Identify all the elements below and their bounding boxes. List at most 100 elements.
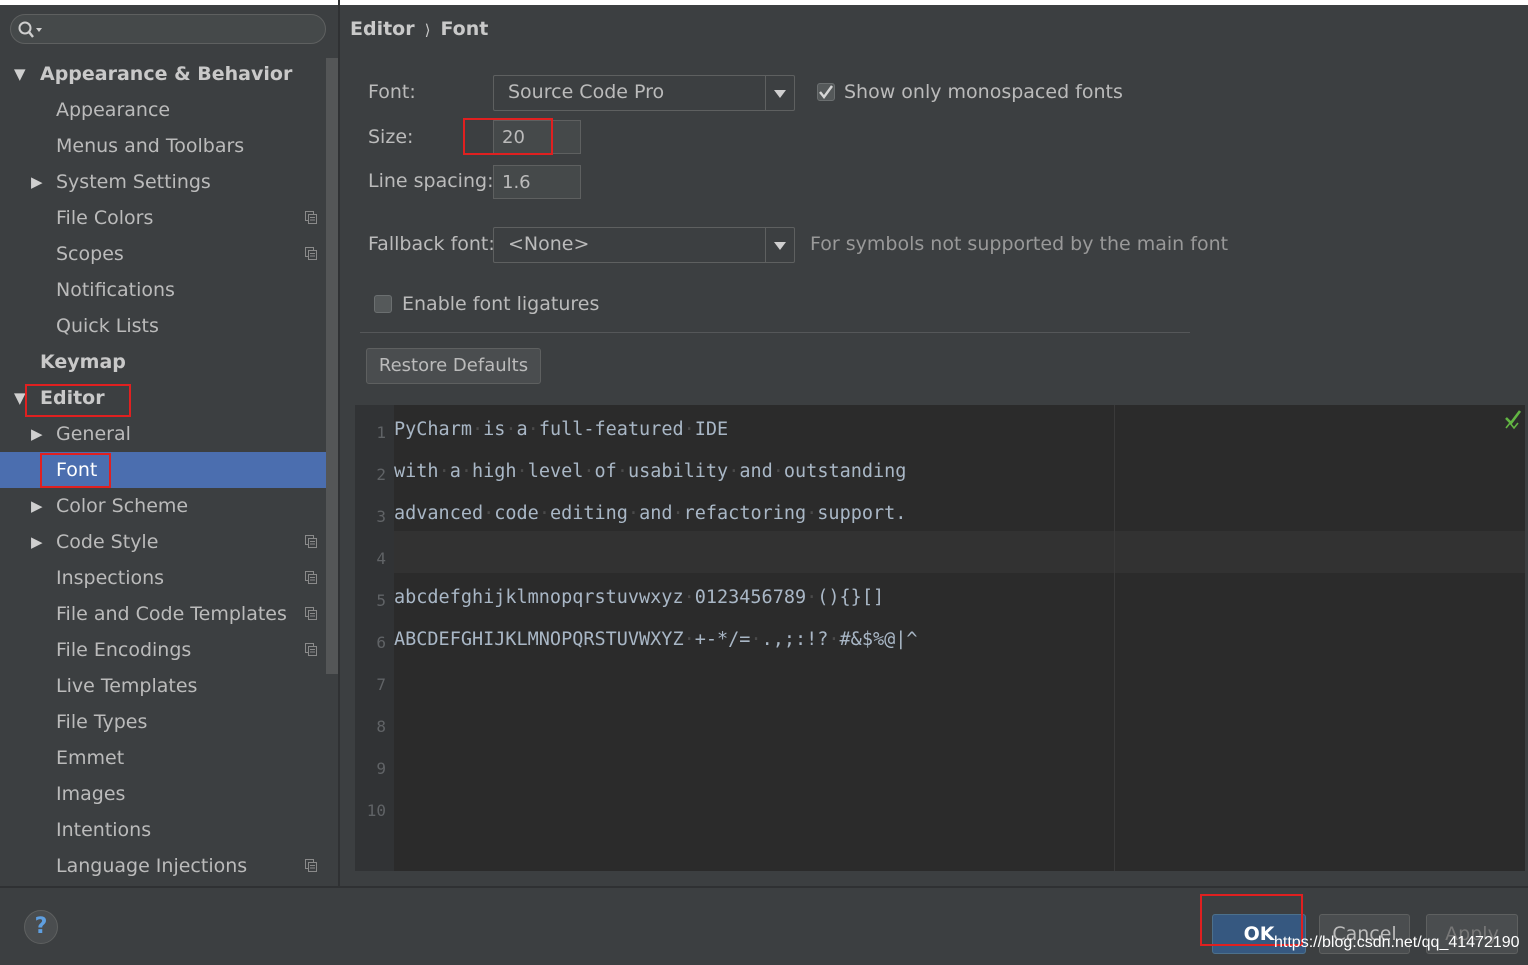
sidebar-item-notifications[interactable]: Notifications — [0, 272, 338, 308]
sidebar-item-label: Keymap — [40, 351, 126, 373]
sidebar-item-color-scheme[interactable]: ▶ Color Scheme — [0, 488, 338, 524]
line-number: 1 — [376, 423, 386, 442]
sidebar-item-keymap[interactable]: Keymap — [0, 344, 338, 380]
project-scope-icon — [305, 571, 317, 584]
line-number: 5 — [376, 591, 386, 610]
sidebar-item-label: Color Scheme — [56, 495, 189, 517]
monospaced-checkbox[interactable] — [817, 83, 835, 101]
line-spacing-label: Line spacing: — [368, 170, 494, 192]
project-scope-icon — [305, 607, 317, 620]
caret-row — [394, 531, 1525, 573]
monospaced-label[interactable]: Show only monospaced fonts — [844, 81, 1123, 103]
project-scope-icon — [305, 643, 317, 656]
sidebar-item-label: System Settings — [56, 171, 211, 193]
restore-defaults-button[interactable]: Restore Defaults — [366, 348, 541, 384]
sidebar-item-file-types[interactable]: File Types — [0, 704, 338, 740]
sidebar-item-file-colors[interactable]: File Colors — [0, 200, 338, 236]
ligatures-label[interactable]: Enable font ligatures — [402, 293, 599, 315]
collapse-arrow-icon[interactable]: ▶ — [31, 416, 43, 452]
fallback-hint: For symbols not supported by the main fo… — [810, 233, 1229, 255]
sidebar-item-language-injections[interactable]: Language Injections — [0, 848, 338, 884]
sidebar-item-code-style[interactable]: ▶ Code Style — [0, 524, 338, 560]
top-border — [0, 0, 1528, 5]
sidebar-item-scopes[interactable]: Scopes — [0, 236, 338, 272]
collapse-arrow-icon[interactable]: ▶ — [31, 164, 43, 200]
breadcrumb-parent[interactable]: Editor — [350, 18, 415, 40]
code-line: ABCDEFGHIJKLMNOPQRSTUVWXYZ·+-*/=·.,;:!?·… — [394, 629, 918, 650]
sidebar-item-system-settings[interactable]: ▶ System Settings — [0, 164, 338, 200]
chevron-down-icon[interactable] — [765, 76, 794, 110]
sidebar-item-label: Notifications — [56, 279, 175, 301]
sidebar-item-menus-and-toolbars[interactable]: Menus and Toolbars — [0, 128, 338, 164]
sidebar-item-emmet[interactable]: Emmet — [0, 740, 338, 776]
separator — [360, 332, 1190, 333]
sidebar-divider — [338, 0, 340, 886]
collapse-arrow-icon[interactable]: ▶ — [31, 488, 43, 524]
fallback-label: Fallback font: — [368, 233, 495, 255]
line-number: 9 — [376, 759, 386, 778]
ligatures-checkbox[interactable] — [374, 295, 392, 313]
search-icon — [18, 21, 42, 38]
sidebar-item-label: Scopes — [56, 243, 124, 265]
sidebar-item-label: File and Code Templates — [56, 603, 287, 625]
sidebar-item-intentions[interactable]: Intentions — [0, 812, 338, 848]
sidebar-item-file-and-code-templates[interactable]: File and Code Templates — [0, 596, 338, 632]
sidebar-item-appearance-behavior[interactable]: ▼ Appearance & Behavior — [0, 56, 338, 92]
font-value: Source Code Pro — [508, 81, 665, 103]
line-number: 4 — [376, 549, 386, 568]
sidebar-item-label: File Colors — [56, 207, 154, 229]
search-field[interactable] — [10, 14, 326, 44]
sidebar-item-general[interactable]: ▶ General — [0, 416, 338, 452]
breadcrumb: Editor ⟩ Font — [350, 18, 488, 40]
sidebar-scrollbar[interactable] — [326, 58, 338, 674]
code-line: with·a·high·level·of·usability·and·outst… — [394, 461, 907, 482]
sidebar-item-label: Intentions — [56, 819, 152, 841]
sidebar-item-label: Language Injections — [56, 855, 248, 877]
right-margin-guide — [1114, 405, 1115, 871]
font-combo[interactable]: Source Code Pro — [493, 75, 795, 111]
project-scope-icon — [305, 211, 317, 224]
project-scope-icon — [305, 535, 317, 548]
highlight-editor — [25, 384, 131, 417]
sidebar-item-appearance[interactable]: Appearance — [0, 92, 338, 128]
sidebar-item-label: Code Style — [56, 531, 159, 553]
line-number: 8 — [376, 717, 386, 736]
font-preview-editor[interactable]: 1 PyCharm·is·a·full-featured·IDE 2 with·a·h… — [355, 405, 1525, 871]
expand-arrow-icon[interactable]: ▼ — [14, 380, 26, 416]
line-number: 10 — [366, 801, 386, 820]
sidebar-item-label: Inspections — [56, 567, 165, 589]
project-scope-icon — [305, 247, 317, 260]
line-number: 2 — [376, 465, 386, 484]
chevron-down-icon[interactable] — [765, 228, 794, 262]
line-number: 3 — [376, 507, 386, 526]
breadcrumb-current: Font — [440, 18, 489, 40]
collapse-arrow-icon[interactable]: ▶ — [31, 524, 43, 560]
code-line: advanced·code·editing·and·refactoring·su… — [394, 503, 907, 524]
breadcrumb-separator: ⟩ — [424, 21, 431, 39]
sidebar-item-quick-lists[interactable]: Quick Lists — [0, 308, 338, 344]
project-scope-icon — [305, 859, 317, 872]
search-input[interactable] — [45, 17, 319, 43]
sidebar-item-label: Live Templates — [56, 675, 198, 697]
line-number: 7 — [376, 675, 386, 694]
sidebar-item-live-templates[interactable]: Live Templates — [0, 668, 338, 704]
sidebar-item-images[interactable]: Images — [0, 776, 338, 812]
sidebar-item-label: Quick Lists — [56, 315, 159, 337]
highlight-size — [463, 118, 553, 155]
sidebar-item-label: File Encodings — [56, 639, 192, 661]
line-spacing-input[interactable] — [494, 166, 580, 198]
sidebar-item-label: Appearance — [56, 99, 171, 121]
help-icon[interactable]: ? — [24, 910, 58, 944]
line-number: 6 — [376, 633, 386, 652]
sidebar-item-file-encodings[interactable]: File Encodings — [0, 632, 338, 668]
font-label: Font: — [368, 81, 416, 103]
sidebar-item-inspections[interactable]: Inspections — [0, 560, 338, 596]
fallback-value: <None> — [508, 233, 590, 255]
line-spacing-field[interactable] — [493, 165, 581, 199]
highlight-font — [40, 453, 111, 488]
code-line: abcdefghijklmnopqrstuvwxyz·0123456789·()… — [394, 587, 885, 608]
size-label: Size: — [368, 126, 414, 148]
code-line: PyCharm·is·a·full-featured·IDE — [394, 419, 729, 440]
fallback-combo[interactable]: <None> — [493, 227, 795, 263]
expand-arrow-icon[interactable]: ▼ — [14, 56, 26, 92]
